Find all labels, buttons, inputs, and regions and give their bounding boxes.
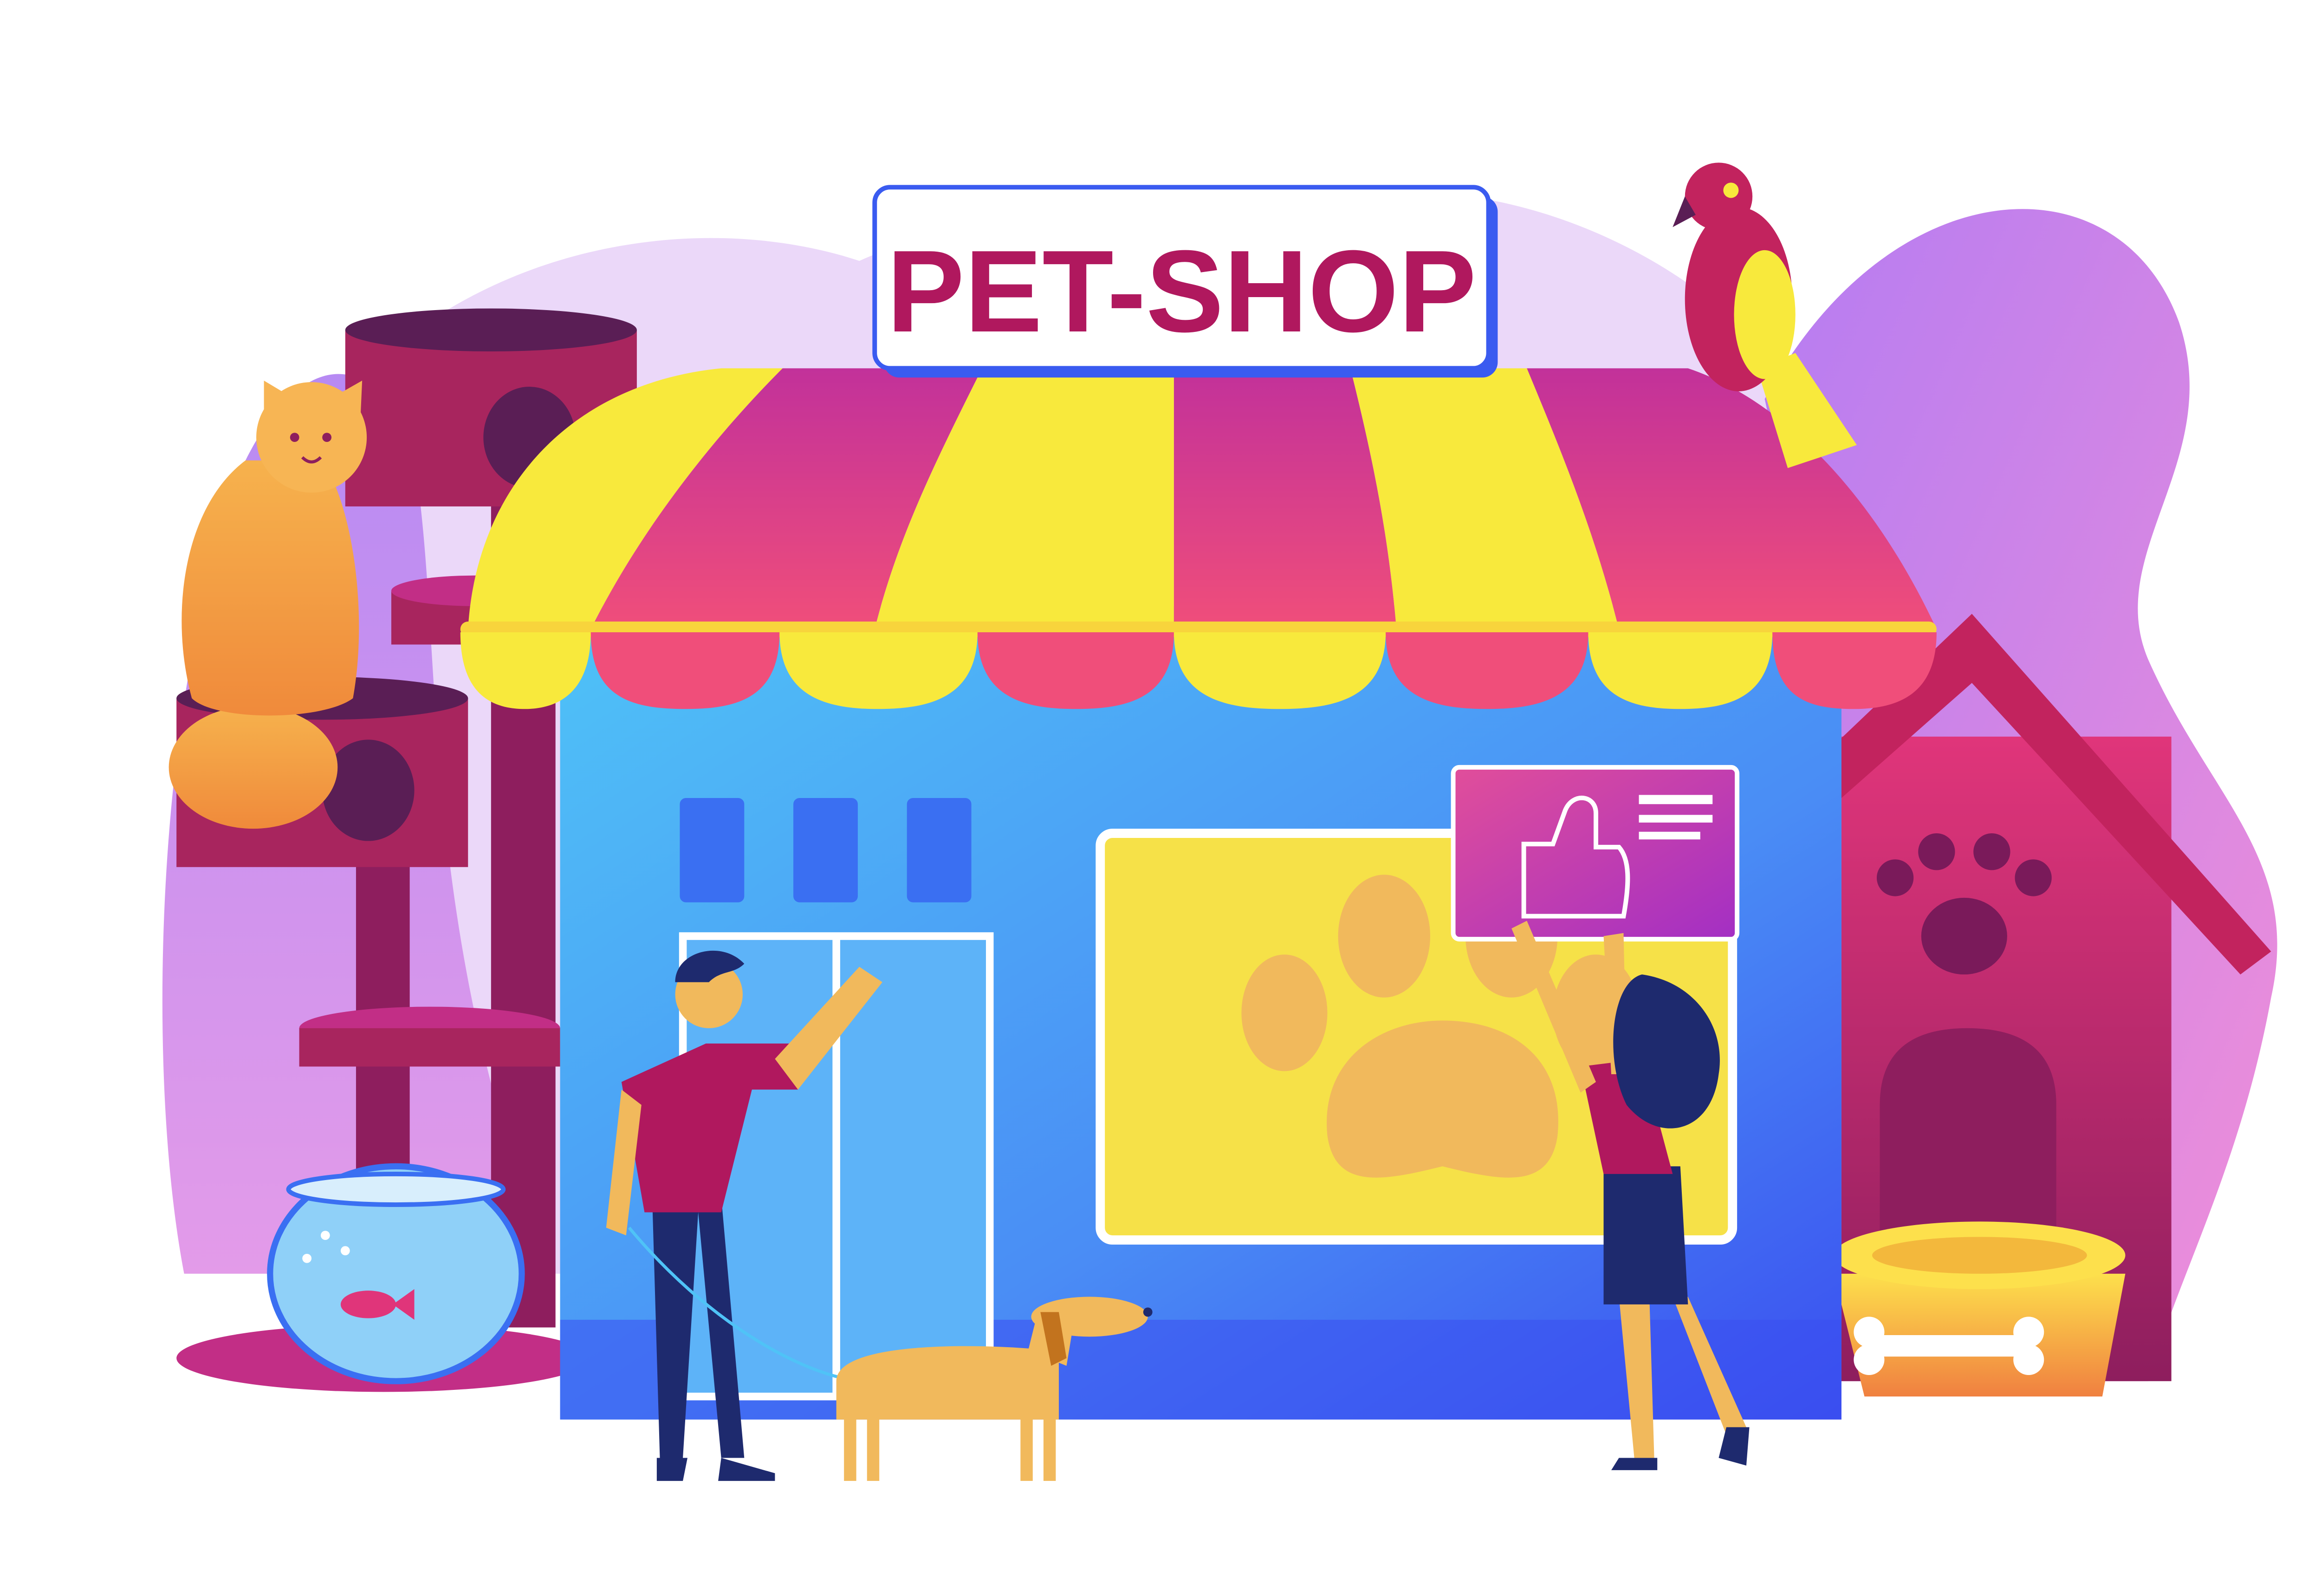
parrot-head (1685, 162, 1753, 230)
fishbowl (267, 1163, 525, 1384)
fishbowl-rim (286, 1171, 506, 1207)
bubble (302, 1253, 312, 1263)
tablet-text-line (1639, 815, 1713, 823)
shop-sign-label: PET-SHOP (887, 227, 1476, 357)
review-tablet-body (1451, 765, 1740, 942)
dog-leg (867, 1412, 880, 1481)
woman-shoe-left (1611, 1458, 1658, 1470)
shop-upper-window-3 (907, 798, 972, 902)
bubble (340, 1246, 350, 1256)
cat-tree-top-barrel-rim (345, 308, 637, 352)
tablet-text-line (1639, 831, 1700, 840)
shop-sign: PET-SHOP (872, 185, 1498, 378)
pet-shop-illustration: PET-SHOP (162, 162, 2277, 1481)
review-tablet[interactable] (1451, 765, 1740, 942)
man-shoe-right (718, 1458, 775, 1481)
woman-shoe-right (1718, 1427, 1750, 1466)
cat-tail (169, 706, 338, 829)
dog-nose (1143, 1307, 1153, 1317)
parrot-eye (1723, 182, 1739, 198)
dog-bowl-inside (1872, 1237, 2087, 1274)
shop-upper-window-2 (793, 798, 858, 902)
dog-leg (1043, 1412, 1056, 1481)
parrot-wing (1734, 250, 1796, 379)
man-shoe-left (656, 1458, 687, 1481)
cat-eye-right (322, 433, 332, 442)
cat-tree-cat-barrel-hole (322, 740, 415, 841)
dog-bowl (1834, 1221, 2126, 1397)
cat-body (182, 460, 359, 716)
dog-leg (844, 1412, 856, 1481)
cat-tree-platform-body (299, 1028, 560, 1067)
woman-skirt (1603, 1166, 1688, 1304)
awning (460, 368, 1937, 709)
cat (169, 380, 367, 829)
bubble (320, 1231, 330, 1240)
dog-leg (1020, 1412, 1033, 1481)
cat-eye-left (290, 433, 299, 442)
dog-body (836, 1346, 1059, 1420)
shop-upper-window-1 (680, 798, 745, 902)
tablet-text-line (1639, 795, 1713, 804)
